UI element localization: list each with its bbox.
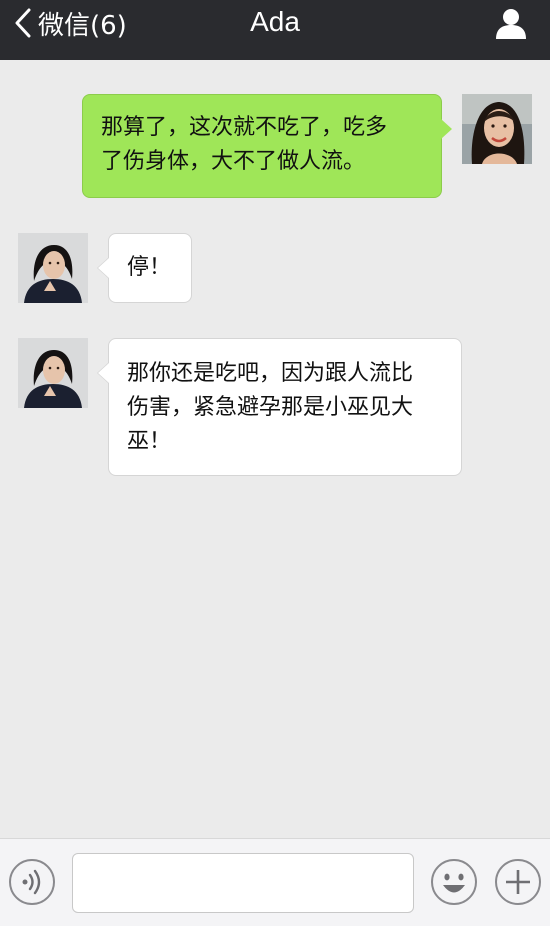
bubble-tail xyxy=(441,119,452,139)
message-bubble-outgoing[interactable]: 那算了，这次就不吃了，吃多 了伤身体，大不了做人流。 xyxy=(82,94,452,198)
navigation-bar: 微信(6) Ada xyxy=(0,0,550,60)
message-text-line: 巫！ xyxy=(127,429,172,454)
message-bubble-incoming[interactable]: 停！ xyxy=(97,233,192,303)
bubble-tail xyxy=(98,363,109,383)
message-text-line: 停！ xyxy=(127,255,172,280)
message-text-line: 了伤身体，大不了做人流。 xyxy=(101,149,366,174)
contact-avatar[interactable] xyxy=(18,233,88,303)
emoji-icon xyxy=(431,859,477,905)
contact-info-button[interactable] xyxy=(494,6,528,40)
message-text-line: 那你还是吃吧，因为跟人流比 xyxy=(127,361,414,386)
emoji-button[interactable] xyxy=(430,858,478,906)
message-text-line: 伤害，紧急避孕那是小巫见大 xyxy=(127,395,414,420)
person-icon xyxy=(496,9,526,39)
bubble-tail xyxy=(98,258,109,278)
message-text-line: 那算了，这次就不吃了，吃多 xyxy=(101,115,388,140)
plus-icon xyxy=(495,859,541,905)
message-input[interactable] xyxy=(72,853,414,913)
voice-button[interactable] xyxy=(8,858,56,906)
message-composer xyxy=(0,838,550,926)
my-avatar[interactable] xyxy=(462,94,532,164)
more-button[interactable] xyxy=(494,858,542,906)
contact-avatar[interactable] xyxy=(18,338,88,408)
message-bubble-incoming[interactable]: 那你还是吃吧，因为跟人流比 伤害，紧急避孕那是小巫见大 巫！ xyxy=(97,338,462,476)
voice-icon xyxy=(9,859,55,905)
chat-title: Ada xyxy=(250,6,300,37)
